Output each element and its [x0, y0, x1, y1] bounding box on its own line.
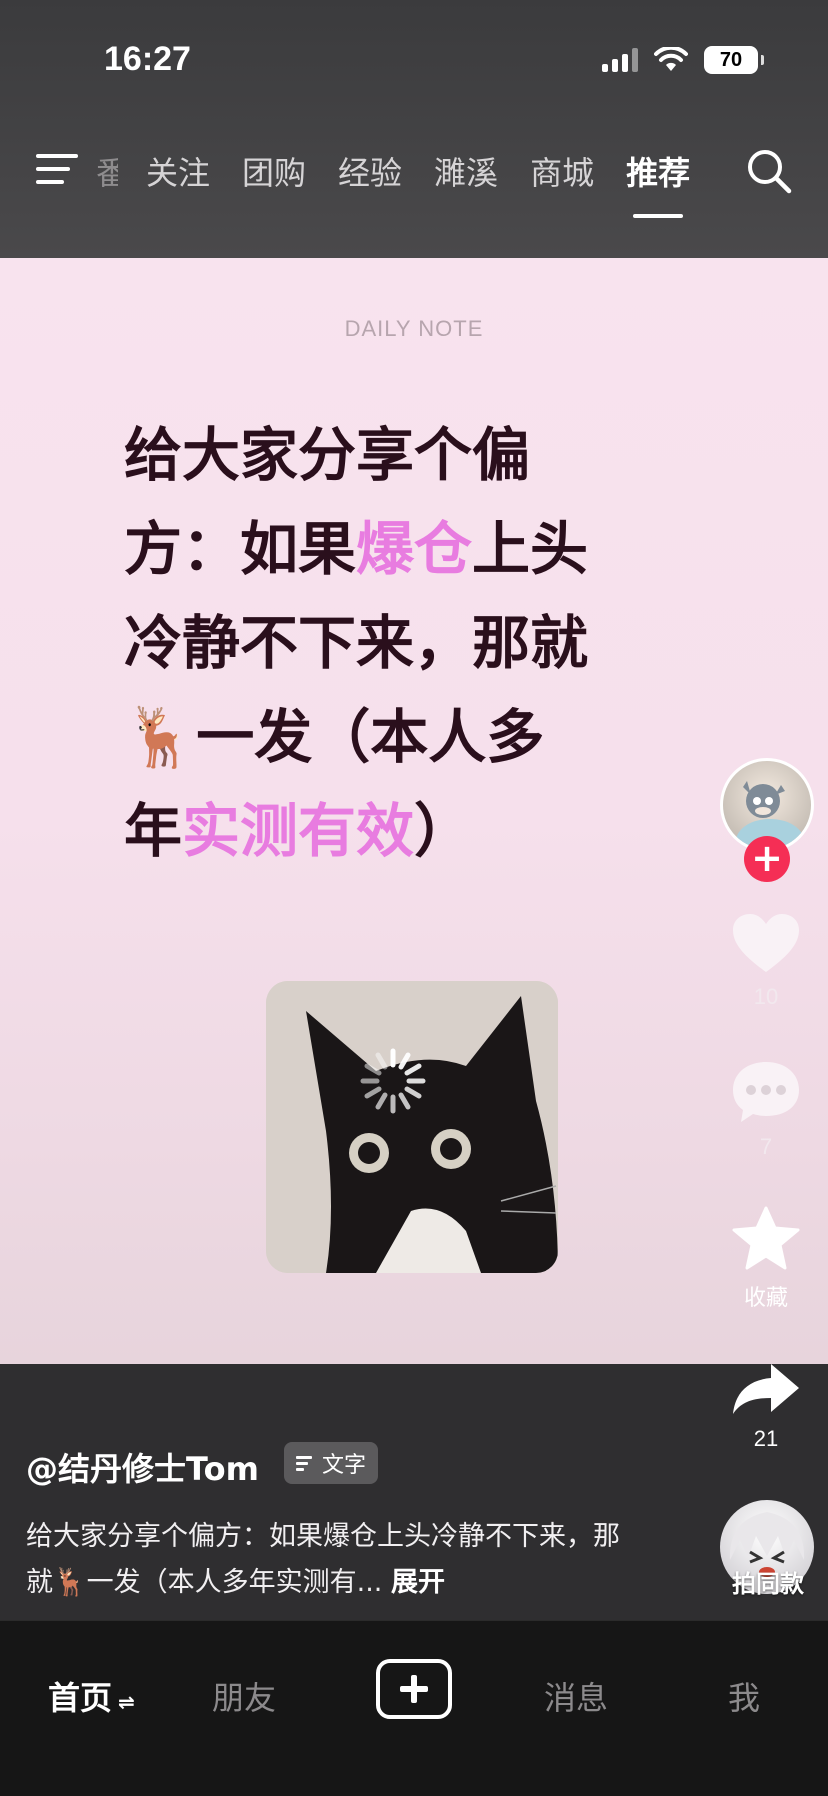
- heart-icon: [733, 914, 799, 972]
- headline-line-4: 🦌一发（本人多: [124, 703, 545, 771]
- like-button[interactable]: 10: [716, 912, 816, 1010]
- tab-recommended[interactable]: 推荐: [626, 148, 690, 218]
- battery-icon: 70: [704, 46, 764, 74]
- headline-line-1: 给大家分享个偏: [124, 421, 531, 489]
- favorite-label: 收藏: [743, 1285, 788, 1310]
- share-button[interactable]: 21: [716, 1362, 816, 1452]
- comment-button[interactable]: 7: [716, 1060, 816, 1160]
- comment-count: 7: [759, 1134, 773, 1159]
- menu-icon[interactable]: [36, 152, 82, 186]
- headline-line-3: 冷静不下来，那就: [124, 609, 589, 677]
- text-type-label: 文字: [322, 1453, 367, 1478]
- share-arrow-icon: [733, 1364, 799, 1414]
- top-area: 16:27 70 番 关注 团购 经验 濉溪 商城 推荐: [0, 0, 828, 258]
- cat-meme-image: [266, 981, 558, 1273]
- text-type-badge[interactable]: 文字: [284, 1442, 379, 1484]
- post-content[interactable]: DAILY NOTE 给大家分享个偏 方：如果爆仓上头 冷静不下来，那就 🦌一发…: [0, 258, 828, 1364]
- tab-messages[interactable]: 消息: [544, 1673, 608, 1719]
- bottom-tab-bar: 首页 ⇌ 朋友 消息 我: [0, 1620, 828, 1796]
- tab-partial[interactable]: 番: [96, 148, 118, 194]
- search-icon[interactable]: [746, 148, 792, 194]
- comment-icon: [733, 1062, 799, 1122]
- tab-home[interactable]: 首页 ⇌: [48, 1673, 135, 1719]
- post-caption[interactable]: 给大家分享个偏方：如果爆仓上头冷静不下来，那就🦌一发（本人多年实测有... 展开: [26, 1514, 646, 1606]
- cellular-signal-icon: [602, 48, 638, 72]
- share-count: 21: [753, 1426, 779, 1451]
- tab-friends[interactable]: 朋友: [212, 1673, 276, 1719]
- post-headline: 给大家分享个偏 方：如果爆仓上头 冷静不下来，那就 🦌一发（本人多 年实测有效）: [124, 408, 724, 878]
- favorite-button[interactable]: 收藏: [716, 1206, 816, 1312]
- status-time: 16:27: [104, 40, 191, 78]
- expand-link[interactable]: 展开: [391, 1567, 445, 1598]
- remix-label[interactable]: 拍同款: [718, 1564, 818, 1599]
- like-count: 10: [753, 984, 779, 1009]
- wifi-icon: [654, 47, 688, 73]
- tab-following[interactable]: 关注: [146, 148, 210, 194]
- swap-icon: ⇌: [118, 1690, 135, 1714]
- star-icon: [732, 1206, 800, 1270]
- tab-local[interactable]: 濉溪: [434, 148, 498, 194]
- headline-line-2: 方：如果爆仓上头: [124, 515, 589, 583]
- deer-emoji-icon: 🦌: [124, 703, 197, 771]
- tab-group-buy[interactable]: 团购: [242, 148, 306, 194]
- top-nav-tabs: 番 关注 团购 经验 濉溪 商城 推荐: [96, 148, 722, 218]
- text-lines-icon: [296, 1456, 312, 1471]
- tab-me[interactable]: 我: [728, 1673, 760, 1719]
- follow-button[interactable]: +: [744, 836, 790, 882]
- tab-mall[interactable]: 商城: [530, 148, 594, 194]
- daily-note-label: DAILY NOTE: [344, 316, 484, 341]
- plus-icon: [400, 1675, 428, 1703]
- caption-text: 给大家分享个偏方：如果爆仓上头冷静不下来，那就🦌一发（本人多年实测有...: [26, 1521, 620, 1598]
- status-icons: 70: [602, 46, 764, 74]
- headline-line-5: 年实测有效）: [124, 797, 473, 865]
- author-name[interactable]: @结丹修士Tom: [26, 1444, 259, 1490]
- tab-experience[interactable]: 经验: [338, 148, 402, 194]
- create-button[interactable]: [376, 1659, 452, 1719]
